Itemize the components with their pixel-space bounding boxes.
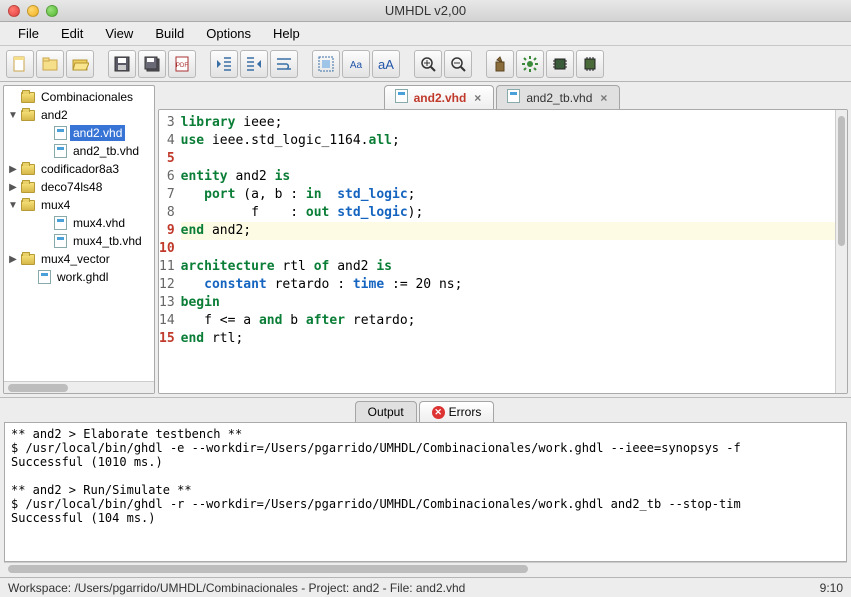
svg-text:PDF: PDF [176,63,188,69]
status-bar: Workspace: /Users/pgarrido/UMHDL/Combina… [0,577,851,597]
tree-node[interactable]: work.ghdl [4,268,154,286]
tree-node[interactable]: ▶deco74ls48 [4,178,154,196]
menu-build[interactable]: Build [145,23,194,44]
close-tab-icon[interactable]: × [472,91,483,105]
line-gutter: 3456789101112131415 [159,110,181,393]
status-cursor-pos: 9:10 [820,581,843,595]
menu-options[interactable]: Options [196,23,261,44]
output-tabs: Output✕Errors [0,398,851,422]
close-tab-icon[interactable]: × [598,91,609,105]
menu-file[interactable]: File [8,23,49,44]
menu-help[interactable]: Help [263,23,310,44]
output-tab-errors[interactable]: ✕Errors [419,401,495,422]
code-area[interactable]: library ieee;use ieee.std_logic_1164.all… [181,110,835,393]
chip-alt-icon[interactable] [576,50,604,78]
status-left: Workspace: /Users/pgarrido/UMHDL/Combina… [8,581,465,595]
font-small-icon[interactable]: Aa [342,50,370,78]
tree-node[interactable]: mux4.vhd [4,214,154,232]
output-tab-output[interactable]: Output [355,401,417,422]
tree-node[interactable]: ▶mux4_vector [4,250,154,268]
minimize-window-icon[interactable] [27,5,39,17]
code-editor[interactable]: 3456789101112131415 library ieee;use iee… [158,109,848,394]
select-all-icon[interactable] [312,50,340,78]
tree-hscroll[interactable] [4,381,154,393]
titlebar: UMHDL v2,00 [0,0,851,22]
build-icon[interactable] [486,50,514,78]
gear-icon[interactable] [516,50,544,78]
export-pdf-icon[interactable]: PDF [168,50,196,78]
tree-node[interactable]: mux4_tb.vhd [4,232,154,250]
svg-text:Aa: Aa [350,60,363,71]
open-folder-icon[interactable] [66,50,94,78]
tree-node[interactable]: and2.vhd [4,124,154,142]
font-large-icon[interactable]: aA [372,50,400,78]
save-all-icon[interactable] [138,50,166,78]
tree-node[interactable]: Combinacionales [4,88,154,106]
zoom-out-icon[interactable] [444,50,472,78]
window-title: UMHDL v2,00 [385,3,466,18]
chip-icon[interactable] [546,50,574,78]
toolbar: PDF Aa aA [0,46,851,82]
tree-node[interactable]: and2_tb.vhd [4,142,154,160]
console-hscroll[interactable] [4,562,847,574]
save-icon[interactable] [108,50,136,78]
project-tree[interactable]: Combinacionales▼and2and2.vhdand2_tb.vhd▶… [4,86,154,381]
error-icon: ✕ [432,406,445,419]
menu-view[interactable]: View [95,23,143,44]
menu-edit[interactable]: Edit [51,23,93,44]
editor-tabs: and2.vhd×and2_tb.vhd× [158,85,848,109]
editor-tab[interactable]: and2_tb.vhd× [496,85,620,109]
tree-node[interactable]: ▶codificador8a3 [4,160,154,178]
indent-right-icon[interactable] [240,50,268,78]
tree-node[interactable]: ▼mux4 [4,196,154,214]
close-window-icon[interactable] [8,5,20,17]
zoom-in-icon[interactable] [414,50,442,78]
new-file-icon[interactable] [6,50,34,78]
menubar: FileEditViewBuildOptionsHelp [0,22,851,46]
output-console[interactable]: ** and2 > Elaborate testbench ** $ /usr/… [4,422,847,562]
svg-text:aA: aA [378,57,394,72]
editor-vscroll[interactable] [835,110,847,393]
zoom-window-icon[interactable] [46,5,58,17]
wrap-icon[interactable] [270,50,298,78]
open-file-icon[interactable] [36,50,64,78]
editor-tab[interactable]: and2.vhd× [384,85,495,109]
project-tree-panel: Combinacionales▼and2and2.vhdand2_tb.vhd▶… [3,85,155,394]
indent-left-icon[interactable] [210,50,238,78]
tree-node[interactable]: ▼and2 [4,106,154,124]
